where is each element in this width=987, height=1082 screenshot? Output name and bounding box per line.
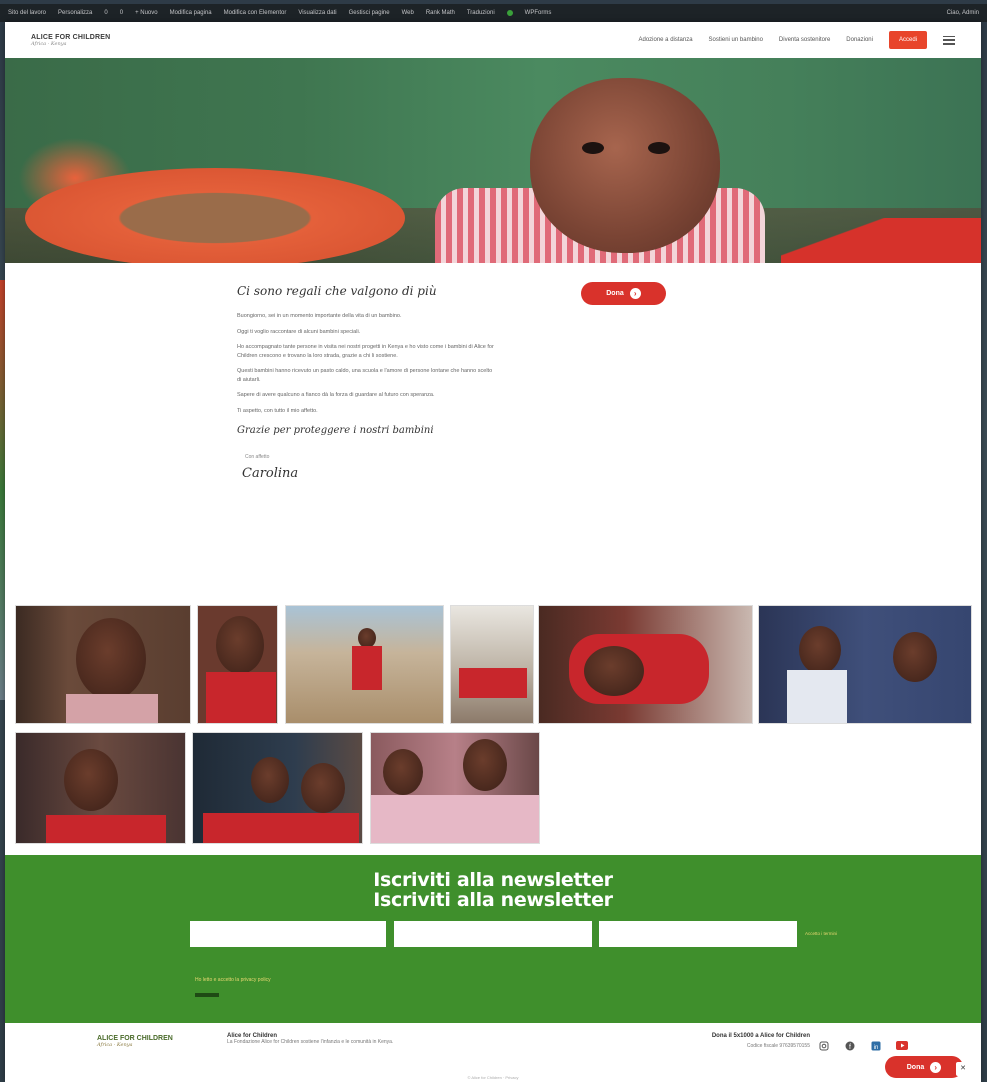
svg-text:in: in [873,1045,878,1051]
footer-org-info: Alice for Children La Fondazione Alice f… [227,1033,427,1046]
admin-bar-item[interactable]: 0 [104,10,107,16]
letter-title: Ci sono regali che valgono di più [237,284,437,298]
status-dot-icon [506,10,513,16]
subscribe-button[interactable] [195,993,219,997]
hero-eye [582,142,604,154]
letter-paragraph: Ti aspetto, con tutto il mio affetto. [237,407,318,414]
newsletter-section: Iscriviti alla newsletter Iscriviti alla… [5,855,981,1023]
admin-bar: Sito del lavoro Personalizza 0 0 + Nuovo… [0,4,987,22]
footer-5x1000-title: Dona il 5x1000 a Alice for Children [711,1033,810,1039]
hero-image [5,58,981,263]
logo-subtitle: Africa · Kenya [31,40,67,47]
admin-bar-item[interactable]: Traduzioni [467,10,495,16]
footer-org-desc: La Fondazione Alice for Children sostien… [227,1039,394,1045]
instagram-icon[interactable] [817,1039,830,1052]
letter-paragraph: Buongiorno, sei in un momento importante… [237,313,402,319]
hero-child-face [530,78,720,253]
admin-account-link[interactable]: Ciao, Admin [947,10,979,16]
gallery-photo[interactable] [370,732,540,844]
letter-paragraph: Questi bambini hanno ricevuto un pasto c… [237,368,493,383]
footer-logo[interactable]: ALICE FOR CHILDREN Africa · Kenya [97,1035,189,1048]
hero-red-cloth [781,218,981,263]
footer-copyright: © Alice for Children · Privacy [467,1075,519,1080]
letter-closing: Grazie per proteggere i nostri bambini [237,425,434,436]
letter-paragraph: Oggi ti voglio raccontare di alcuni bamb… [237,328,361,335]
floating-donate-label: Dona [906,1063,925,1071]
admin-bar-item[interactable]: Sito del lavoro [8,10,46,16]
gallery-photo[interactable] [15,732,186,844]
footer-tax-code: Codice fiscale 97639570155 [746,1043,810,1049]
close-icon[interactable]: ✕ [956,1062,970,1076]
gallery-photo[interactable] [15,605,191,724]
nav-item[interactable]: Donazioni [846,37,873,43]
admin-bar-item[interactable]: Gestisci pagine [349,10,390,16]
admin-bar-item[interactable]: Rank Math [426,10,455,16]
hero-plate [25,168,405,263]
admin-bar-item[interactable]: + Nuovo [135,10,158,16]
letter-section: Ci sono regali che valgono di più Buongi… [237,284,497,481]
site-footer: ALICE FOR CHILDREN Africa · Kenya Alice … [5,1023,981,1082]
signature: Carolina [242,466,299,481]
logo-title: ALICE FOR CHILDREN [31,33,111,41]
facebook-icon[interactable]: f [843,1039,856,1052]
admin-bar-item[interactable]: Modifica pagina [170,10,212,16]
gallery-photo[interactable] [758,605,972,724]
newsletter-surname-input[interactable] [394,921,592,947]
gallery-photo[interactable] [285,605,444,724]
youtube-icon[interactable] [895,1039,908,1052]
linkedin-icon[interactable]: in [869,1039,882,1052]
svg-text:f: f [849,1044,851,1051]
arrow-right-icon: › [930,1061,942,1073]
floating-donate-button[interactable]: Dona › [885,1056,963,1078]
donate-label: Dona [606,290,624,297]
gallery-photo[interactable] [197,605,278,724]
footer-logo-title: ALICE FOR CHILDREN [97,1035,173,1042]
signature-label: Con affetto [245,454,270,460]
donate-button[interactable]: Dona › [581,282,666,305]
admin-bar-item[interactable]: Personalizza [58,10,92,16]
gallery-photo[interactable] [192,732,363,844]
site-header: ALICE FOR CHILDREN Africa · Kenya Adozio… [5,22,981,58]
web-page: ALICE FOR CHILDREN Africa · Kenya Adozio… [5,22,981,1082]
letter-paragraph: Ho accompagnato tante persone in visita … [237,344,494,359]
admin-bar-item[interactable]: Visualizza dati [298,10,336,16]
login-button[interactable]: Accedi [888,31,927,49]
newsletter-title: Iscriviti alla newsletter [373,869,613,891]
newsletter-email-input[interactable] [599,921,797,947]
nav-item[interactable]: Sostieni un bambino [709,37,763,43]
nav-item[interactable]: Diventa sostenitore [779,37,830,43]
site-logo[interactable]: ALICE FOR CHILDREN Africa · Kenya [31,34,111,47]
footer-5x1000: Dona il 5x1000 a Alice for Children Codi… [635,1033,810,1049]
letter-paragraph: Sapere di avere qualcuno a fianco dà la … [237,392,435,398]
privacy-note[interactable]: Ho letto e accetto la privacy policy [195,977,271,983]
main-nav: Adozione a distanza Sostieni un bambino … [639,31,955,49]
gallery-photo[interactable] [450,605,534,724]
arrow-right-icon: › [629,288,641,299]
hero-eye [648,142,670,154]
gallery-photo[interactable] [538,605,753,724]
nav-item[interactable]: Adozione a distanza [639,37,693,43]
admin-bar-item[interactable]: Modifica con Elementor [224,10,287,16]
admin-bar-item[interactable]: 0 [120,10,123,16]
newsletter-consent-text[interactable]: Accetto i termini [805,931,865,937]
hamburger-menu-icon[interactable] [943,35,955,45]
newsletter-name-input[interactable] [190,921,386,947]
footer-logo-subtitle: Africa · Kenya [97,1042,133,1048]
newsletter-title-duplicate: Iscriviti alla newsletter [373,889,613,911]
admin-bar-item[interactable]: WPForms [525,10,552,16]
admin-bar-item[interactable]: Web [402,10,414,16]
